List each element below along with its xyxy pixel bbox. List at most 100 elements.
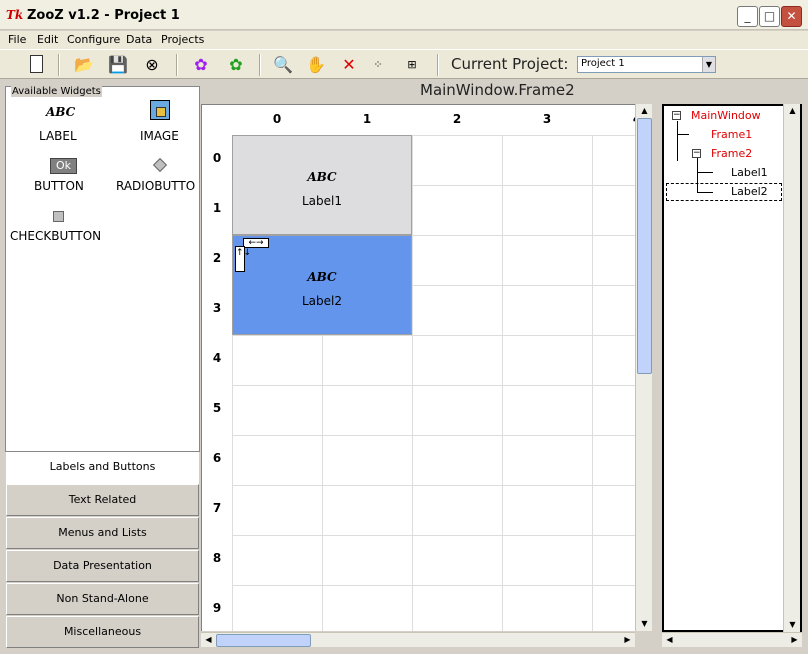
layout-grid[interactable]: 0 1 2 3 4 0 1 2 3 4 5 6 7 8 9 ABC Label1… [201,104,635,631]
scroll-left-arrow-icon[interactable]: ◀ [662,633,677,647]
magnifier-icon[interactable]: 🔍 [271,53,295,77]
radiobutton-widget-name[interactable]: RADIOBUTTO [116,179,195,193]
label1-glyph: ABC [307,170,337,184]
button-widget-icon[interactable]: Ok [50,158,77,174]
tree-item-mainwindow[interactable]: MainWindow [691,109,761,122]
current-project-select[interactable]: Project 1 ▼ [577,56,716,73]
tree-line [677,121,678,161]
row-header: 8 [212,551,222,565]
checkbutton-widget-icon[interactable] [53,211,64,222]
tree-line [677,134,689,135]
menu-projects[interactable]: Projects [161,33,204,46]
maximize-button[interactable]: □ [759,6,780,27]
toolbar-separator [58,54,60,76]
tree-item-label2[interactable]: Label2 [731,185,768,198]
close-window-button[interactable]: ✕ [781,6,802,27]
label-widget-icon[interactable]: ABC [46,105,75,119]
frame-title: MainWindow.Frame2 [420,81,575,99]
label2-name: Label2 [301,294,342,308]
scroll-up-arrow-icon[interactable]: ▲ [637,104,652,118]
row-header: 6 [212,451,222,465]
column-header: 1 [362,112,372,126]
available-widgets-title: Available Widgets [11,86,102,97]
menu-bar: File Edit Configure Data Projects [0,31,808,49]
minimize-button[interactable]: _ [737,6,758,27]
grid-vertical-scrollbar[interactable]: ▲ ▼ [635,104,652,631]
scroll-right-arrow-icon[interactable]: ▶ [787,633,802,647]
tree-item-label1[interactable]: Label1 [731,166,768,179]
label2-widget[interactable]: ABC Label2 ←→ ↑↓ [232,235,412,335]
window-title: ZooZ v1.2 - Project 1 [27,8,180,23]
row-header: 3 [212,301,222,315]
menu-data[interactable]: Data [126,33,152,46]
toolbar-separator [437,54,439,76]
category-labels-and-buttons[interactable]: Labels and Buttons [6,452,199,484]
bug-run-icon[interactable]: ✿ [189,53,213,77]
tree-horizontal-scrollbar[interactable]: ◀ ▶ [662,632,802,647]
scroll-thumb[interactable] [216,634,311,647]
tree-line [697,172,713,173]
grid-compact-icon[interactable]: ⊞ [400,53,424,77]
toolbar-separator [259,54,261,76]
row-header: 5 [212,401,222,415]
grid-line [232,485,635,486]
row-header: 7 [212,501,222,515]
current-project-label: Current Project: [451,55,569,73]
radiobutton-widget-icon[interactable] [152,157,168,173]
tree-item-frame1[interactable]: Frame1 [711,128,752,141]
widget-tree: − MainWindow Frame1 − Frame2 Label1 Labe… [662,104,802,632]
category-data-presentation[interactable]: Data Presentation [6,550,199,582]
grid-spread-icon[interactable]: ⁘ [366,53,390,77]
current-project-value: Project 1 [581,58,625,69]
collapse-icon[interactable]: − [672,111,681,120]
bug-run-alt-icon[interactable]: ✿ [224,53,248,77]
toolbar: 📂 💾 ⊗ ✿ ✿ 🔍 ✋ ✕ ⁘ ⊞ Current Project: Pro… [0,49,808,79]
hand-icon[interactable]: ✋ [304,53,328,77]
new-file-icon[interactable] [24,53,48,77]
scroll-down-arrow-icon[interactable]: ▼ [785,618,800,632]
category-menus-and-lists[interactable]: Menus and Lists [6,517,199,549]
row-header: 1 [212,201,222,215]
button-widget-name[interactable]: BUTTON [34,179,84,193]
menu-configure[interactable]: Configure [67,33,120,46]
column-header: 2 [452,112,462,126]
image-widget-icon[interactable] [150,100,170,120]
scroll-thumb[interactable] [637,118,652,374]
grid-line [502,135,503,631]
scroll-right-arrow-icon[interactable]: ▶ [620,633,635,647]
toolbar-separator [176,54,178,76]
delete-x-icon[interactable]: ✕ [337,53,361,77]
label1-widget[interactable]: ABC Label1 [232,135,412,235]
horizontal-resize-handle[interactable]: ←→ [243,238,269,248]
category-miscellaneous[interactable]: Miscellaneous [6,616,199,648]
image-widget-name[interactable]: IMAGE [140,129,179,143]
left-panel: Available Widgets ABC LABEL IMAGE Ok BUT… [5,81,200,649]
collapse-icon[interactable]: − [692,149,701,158]
checkbutton-widget-name[interactable]: CHECKBUTTON [10,229,101,243]
menu-file[interactable]: File [8,33,26,46]
grid-line [232,335,635,336]
category-non-stand-alone[interactable]: Non Stand-Alone [6,583,199,615]
grid-line [232,385,635,386]
scroll-down-arrow-icon[interactable]: ▼ [637,617,652,631]
chevron-down-icon[interactable]: ▼ [702,57,715,72]
label1-name: Label1 [301,194,342,208]
vertical-resize-handle[interactable]: ↑↓ [235,246,251,272]
tree-vertical-scrollbar[interactable]: ▲ ▼ [783,104,800,632]
scroll-left-arrow-icon[interactable]: ◀ [201,633,216,647]
scroll-up-arrow-icon[interactable]: ▲ [785,104,800,118]
grid-line [592,135,593,631]
grid-line [232,585,635,586]
title-bar: Tk ZooZ v1.2 - Project 1 _ □ ✕ [0,0,808,30]
column-header: 4 [592,112,635,126]
menu-edit[interactable]: Edit [37,33,58,46]
category-text-related[interactable]: Text Related [6,484,199,516]
save-disk-icon[interactable]: 💾 [106,53,130,77]
label-widget-name[interactable]: LABEL [39,129,77,143]
row-header: 9 [212,601,222,615]
open-folder-icon[interactable]: 📂 [72,53,96,77]
tree-item-frame2[interactable]: Frame2 [711,147,752,160]
close-circle-icon[interactable]: ⊗ [140,53,164,77]
row-header: 2 [212,251,222,265]
grid-horizontal-scrollbar[interactable]: ◀ ▶ [201,632,635,647]
